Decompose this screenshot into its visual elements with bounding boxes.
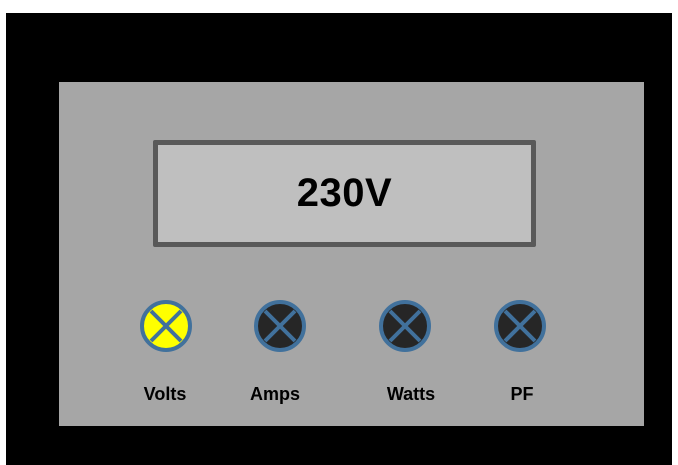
- indicator-label-pf: PF: [510, 384, 534, 404]
- meter-faceplate: 230V Volts Amps Watts PF: [59, 82, 644, 426]
- indicator-amps: [252, 298, 308, 354]
- indicator-volts: [138, 298, 194, 354]
- indicator-label-amps: Amps: [249, 384, 301, 404]
- indicator-label-watts: Watts: [386, 384, 436, 404]
- indicator-label-volts: Volts: [143, 384, 187, 404]
- reading-display: 230V: [153, 140, 536, 247]
- indicator-watts: [377, 298, 433, 354]
- indicator-lamp-icon: [140, 300, 192, 352]
- meter-housing: 230V Volts Amps Watts PF: [6, 13, 672, 465]
- indicator-lamp-icon: [379, 300, 431, 352]
- indicator-lamp-icon: [494, 300, 546, 352]
- display-reading: 230V: [296, 171, 393, 215]
- indicator-pf: [492, 298, 548, 354]
- indicator-lamp-icon: [254, 300, 306, 352]
